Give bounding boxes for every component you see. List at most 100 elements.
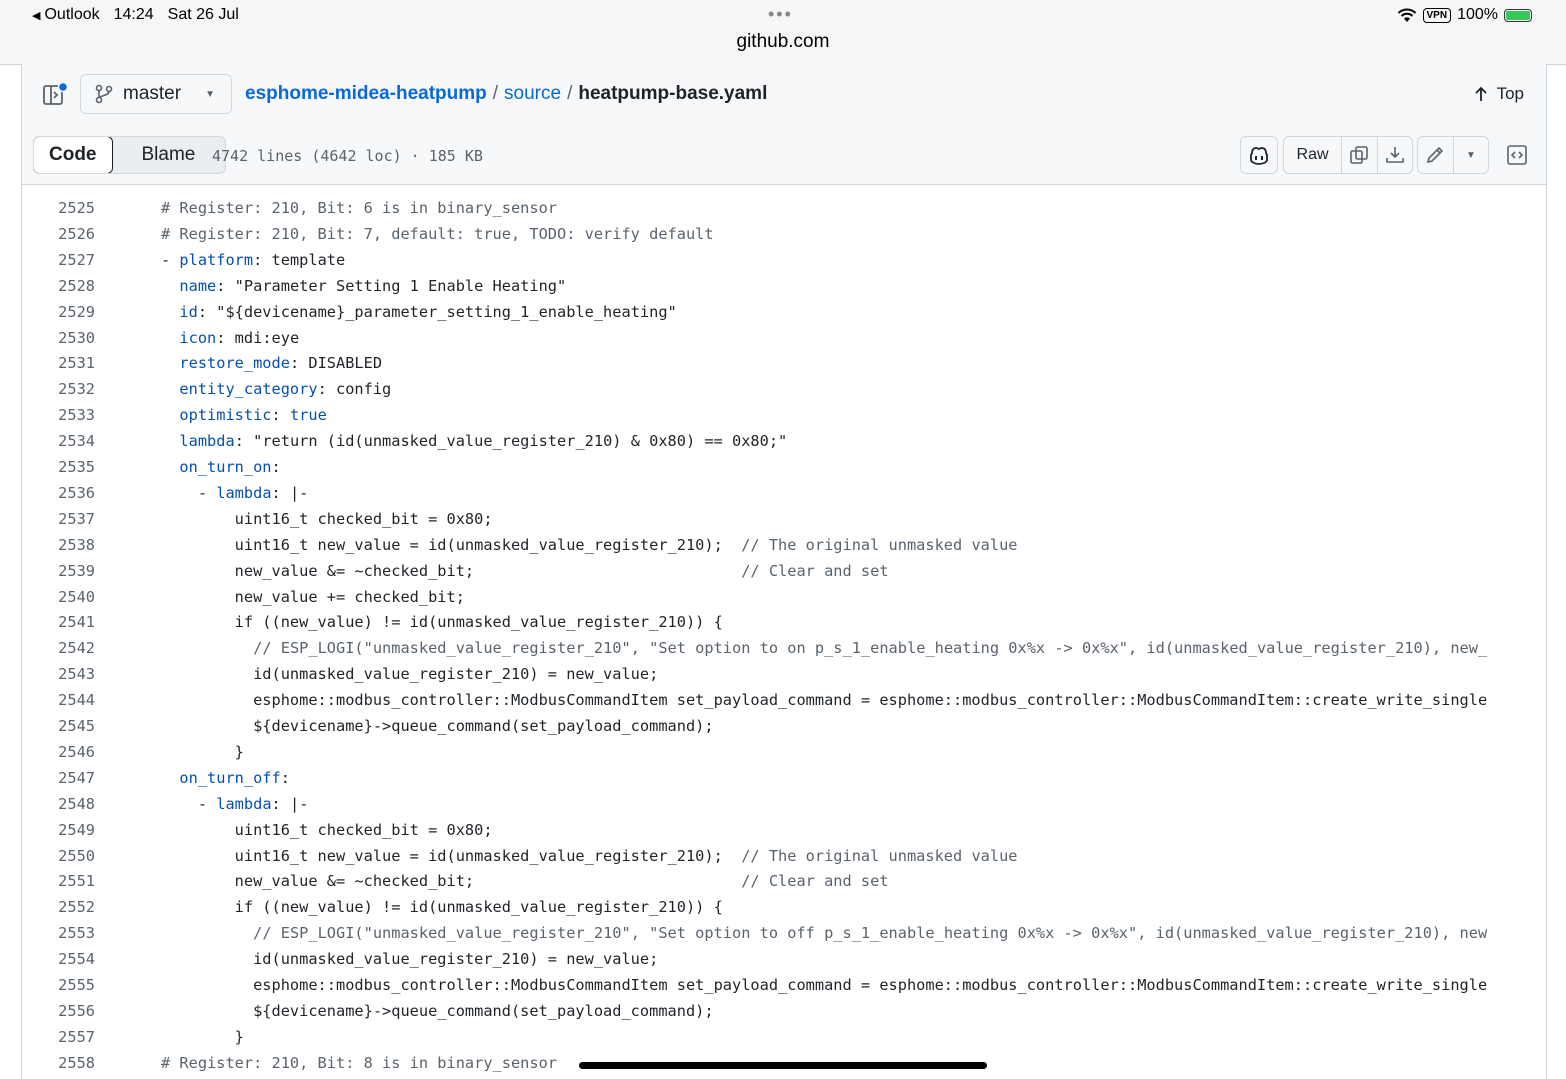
breadcrumb-folder-link[interactable]: source — [504, 83, 561, 105]
status-left[interactable]: ◀ Outlook 14:24 Sat 26 Jul — [32, 6, 239, 24]
top-button[interactable]: Top — [1473, 84, 1524, 104]
line-number[interactable]: 2541 — [22, 609, 95, 635]
code-line: 2530 icon: mdi:eye — [22, 325, 1544, 351]
code-line: 2538 uint16_t new_value = id(unmasked_va… — [22, 532, 1544, 558]
copilot-button[interactable] — [1240, 136, 1278, 174]
breadcrumb-repo-link[interactable]: esphome-midea-heatpump — [245, 83, 487, 105]
line-text: - lambda: |- — [161, 794, 309, 813]
line-text: name: "Parameter Setting 1 Enable Heatin… — [179, 276, 567, 295]
back-app-label[interactable]: Outlook — [44, 6, 99, 24]
tab-blame[interactable]: Blame — [112, 137, 226, 173]
line-text: // ESP_LOGI("unmasked_value_register_210… — [234, 924, 1488, 943]
multitask-dots[interactable]: ••• — [768, 4, 793, 25]
line-text: ${devicename}->queue_command(set_payload… — [161, 1001, 714, 1020]
line-number[interactable]: 2540 — [22, 584, 95, 610]
status-time: 14:24 — [113, 6, 154, 23]
git-branch-icon — [95, 84, 113, 104]
line-number[interactable]: 2558 — [22, 1050, 95, 1076]
line-number[interactable]: 2531 — [22, 350, 95, 376]
line-number[interactable]: 2553 — [22, 920, 95, 946]
copilot-icon — [1250, 147, 1268, 165]
line-number[interactable]: 2535 — [22, 454, 95, 480]
status-bar: ◀ Outlook 14:24 Sat 26 Jul ••• github.co… — [0, 0, 1566, 65]
line-text: new_value &= ~checked_bit; // Clear and … — [161, 561, 889, 580]
code-line: 2550 uint16_t new_value = id(unmasked_va… — [22, 843, 1544, 869]
code-line: 2535 on_turn_on: — [22, 454, 1544, 480]
line-number[interactable]: 2527 — [22, 247, 95, 273]
edit-file-button[interactable] — [1418, 137, 1454, 173]
view-mode-tabs: Code Blame — [33, 136, 227, 174]
line-number[interactable]: 2554 — [22, 946, 95, 972]
raw-copy-download-group: Raw — [1283, 136, 1413, 174]
line-text: on_turn_off: — [179, 768, 290, 787]
line-text: uint16_t new_value = id(unmasked_value_r… — [161, 535, 1018, 554]
breadcrumb-separator: / — [567, 83, 573, 104]
file-toolbar: Code Blame 4742 lines (4642 loc) · 185 K… — [22, 126, 1546, 185]
line-number[interactable]: 2547 — [22, 765, 95, 791]
line-text: # Register: 210, Bit: 8 is in binary_sen… — [161, 1053, 558, 1072]
tab-code[interactable]: Code — [34, 137, 113, 173]
branch-selector-button[interactable]: master ▼ — [80, 74, 232, 114]
line-number[interactable]: 2550 — [22, 843, 95, 869]
line-number[interactable]: 2529 — [22, 299, 95, 325]
line-number[interactable]: 2534 — [22, 428, 95, 454]
line-number[interactable]: 2555 — [22, 972, 95, 998]
line-text: if ((new_value) != id(unmasked_value_reg… — [161, 613, 723, 632]
home-indicator[interactable] — [579, 1062, 987, 1069]
code-line: 2548 - lambda: |- — [22, 791, 1544, 817]
raw-button[interactable]: Raw — [1284, 137, 1343, 173]
address-bar-url[interactable]: github.com — [0, 31, 1566, 53]
line-number[interactable]: 2526 — [22, 221, 95, 247]
code-viewer[interactable]: 2525 # Register: 210, Bit: 6 is in binary… — [22, 185, 1544, 1079]
line-text: // ESP_LOGI("unmasked_value_register_210… — [234, 639, 1488, 658]
line-text: id(unmasked_value_register_210) = new_va… — [161, 665, 659, 684]
line-number[interactable]: 2551 — [22, 868, 95, 894]
line-number[interactable]: 2544 — [22, 687, 95, 713]
file-info: 4742 lines (4642 loc) · 185 KB — [212, 147, 483, 165]
code-line: 2536 - lambda: |- — [22, 480, 1544, 506]
line-text: new_value += checked_bit; — [161, 587, 465, 606]
code-line: 2542 // ESP_LOGI("unmasked_value_registe… — [22, 635, 1544, 661]
line-number[interactable]: 2543 — [22, 661, 95, 687]
line-text: - platform: template — [161, 250, 346, 269]
line-number[interactable]: 2539 — [22, 558, 95, 584]
line-number[interactable]: 2545 — [22, 713, 95, 739]
line-number[interactable]: 2528 — [22, 273, 95, 299]
download-button[interactable] — [1378, 137, 1412, 173]
copy-icon — [1350, 146, 1369, 164]
code-line: 2528 name: "Parameter Setting 1 Enable H… — [22, 273, 1544, 299]
line-text: # Register: 210, Bit: 7, default: true, … — [161, 224, 714, 243]
line-text: uint16_t new_value = id(unmasked_value_r… — [161, 846, 1018, 865]
download-icon — [1385, 147, 1404, 163]
line-number[interactable]: 2546 — [22, 739, 95, 765]
code-line: 2552 if ((new_value) != id(unmasked_valu… — [22, 894, 1544, 920]
symbols-panel-button[interactable] — [1499, 136, 1535, 174]
line-number[interactable]: 2532 — [22, 376, 95, 402]
line-number[interactable]: 2542 — [22, 635, 95, 661]
line-number[interactable]: 2549 — [22, 817, 95, 843]
line-text: restore_mode: DISABLED — [179, 354, 383, 373]
line-text: esphome::modbus_controller::ModbusComman… — [161, 691, 1488, 710]
line-text: uint16_t checked_bit = 0x80; — [161, 820, 493, 839]
line-number[interactable]: 2557 — [22, 1024, 95, 1050]
vpn-badge: VPN — [1422, 7, 1452, 23]
line-number[interactable]: 2552 — [22, 894, 95, 920]
copy-button[interactable] — [1342, 137, 1378, 173]
line-number[interactable]: 2530 — [22, 325, 95, 351]
sidebar-expand-icon[interactable] — [42, 82, 68, 108]
back-triangle-icon[interactable]: ◀ — [32, 9, 40, 22]
top-label: Top — [1496, 84, 1524, 103]
line-number[interactable]: 2548 — [22, 791, 95, 817]
battery-icon — [1504, 8, 1532, 22]
line-number[interactable]: 2537 — [22, 506, 95, 532]
edit-options-dropdown[interactable]: ▼ — [1454, 137, 1488, 173]
line-number[interactable]: 2533 — [22, 402, 95, 428]
code-line: 2531 restore_mode: DISABLED — [22, 350, 1544, 376]
line-number[interactable]: 2536 — [22, 480, 95, 506]
code-square-icon — [1507, 145, 1527, 165]
code-line: 2551 new_value &= ~checked_bit; // Clear… — [22, 868, 1544, 894]
line-number[interactable]: 2556 — [22, 998, 95, 1024]
line-number[interactable]: 2525 — [22, 195, 95, 221]
line-number[interactable]: 2538 — [22, 532, 95, 558]
code-line: 2539 new_value &= ~checked_bit; // Clear… — [22, 558, 1544, 584]
